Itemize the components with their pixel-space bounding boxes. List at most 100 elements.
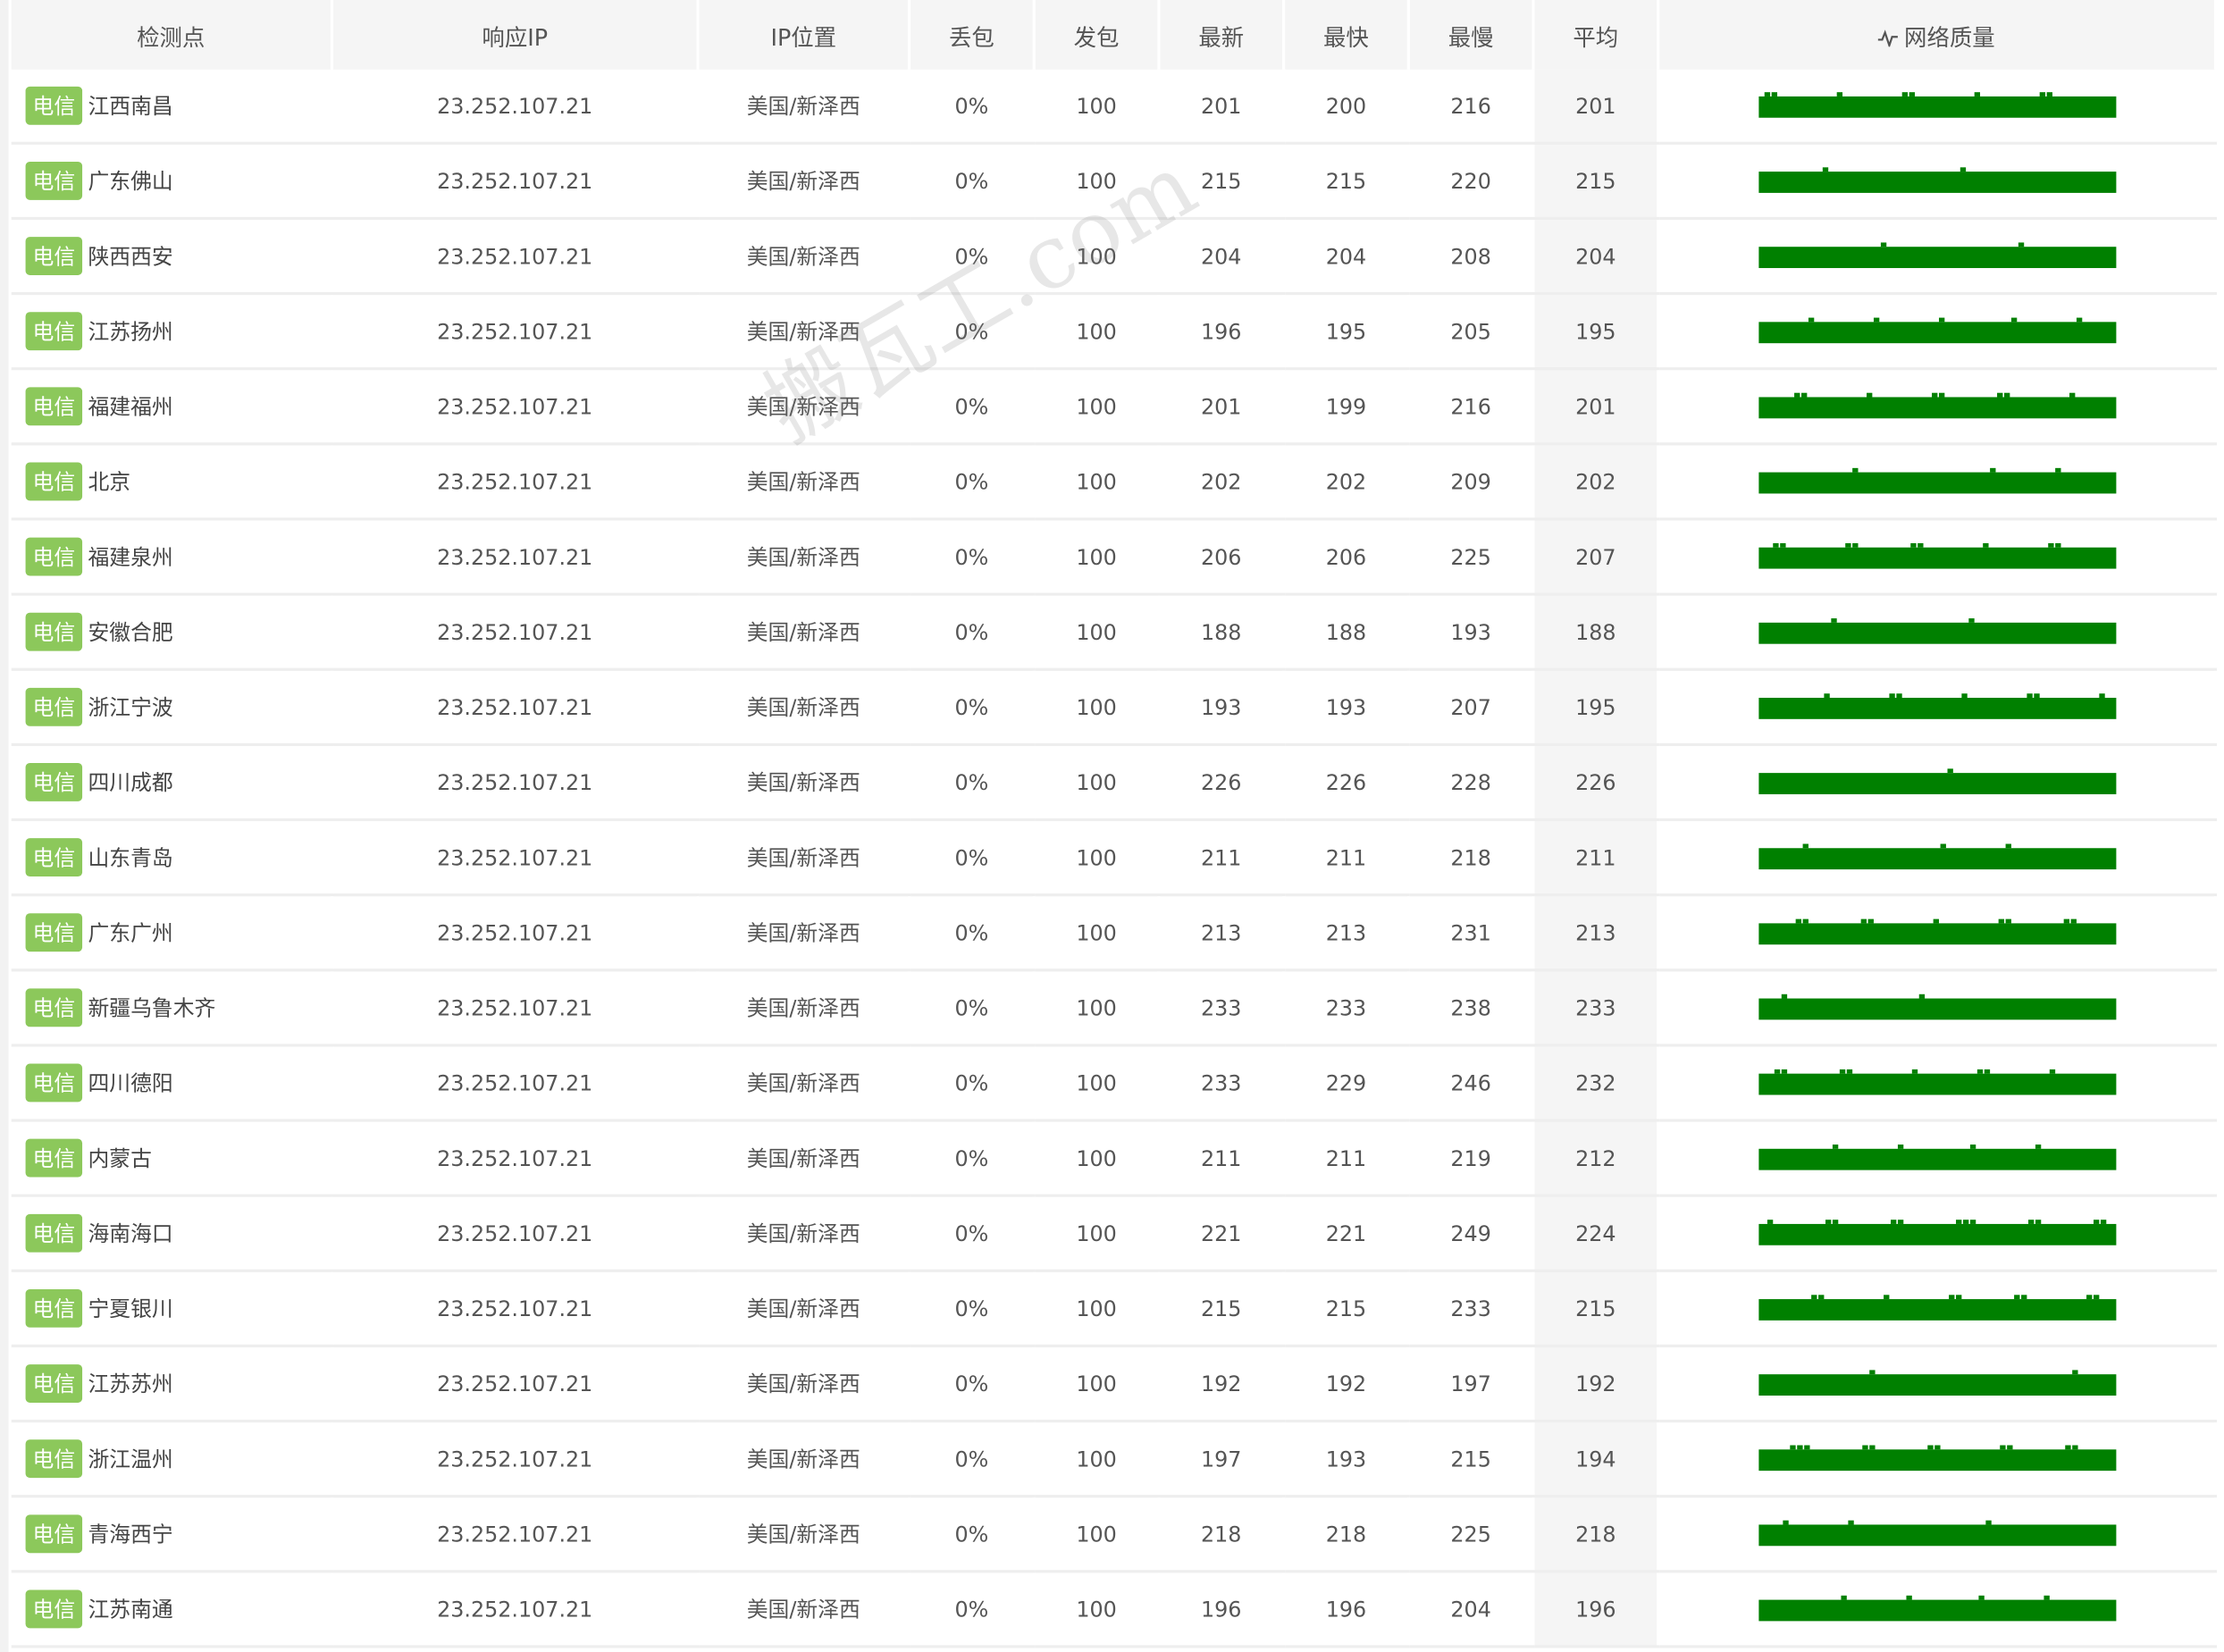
table-row[interactable]: 电信 北京 23.252.107.21 美国/新泽西 0% 100 202 202… xyxy=(11,443,2218,521)
average-cell: 233 xyxy=(1532,969,1660,1047)
table-row[interactable]: 电信 福建泉州 23.252.107.21 美国/新泽西 0% 100 206 2… xyxy=(11,518,2218,596)
table-row[interactable]: 电信 青海西宁 23.252.107.21 美国/新泽西 0% 100 218 2… xyxy=(11,1496,2218,1573)
table-row[interactable]: 电信 广东佛山 23.252.107.21 美国/新泽西 0% 100 215 2… xyxy=(11,143,2218,221)
node-cell: 电信 广东广州 xyxy=(11,894,334,972)
ip-cell: 23.252.107.21 xyxy=(332,594,700,671)
node-name: 北京 xyxy=(88,469,131,496)
location-cell: 美国/新泽西 xyxy=(698,69,911,145)
slowest-cell: 238 xyxy=(1408,969,1535,1047)
sent-cell: 100 xyxy=(1034,969,1161,1047)
location-cell: 美国/新泽西 xyxy=(698,594,911,671)
latency-spike xyxy=(1918,993,1925,998)
quality-bar xyxy=(1758,767,2116,794)
latency-spike xyxy=(2076,316,2082,322)
table-row[interactable]: 电信 广东广州 23.252.107.21 美国/新泽西 0% 100 213 2… xyxy=(11,894,2218,972)
fastest-cell: 204 xyxy=(1283,218,1410,296)
node-name: 江苏扬州 xyxy=(88,319,173,345)
average-cell: 232 xyxy=(1532,1044,1660,1122)
latency-spike xyxy=(1810,1294,1817,1299)
isp-badge: 电信 xyxy=(25,312,83,351)
header-average[interactable]: 平均 xyxy=(1532,0,1660,70)
latency-spike xyxy=(1946,767,1953,773)
location-cell: 美国/新泽西 xyxy=(698,1120,911,1197)
sent-cell: 100 xyxy=(1034,143,1161,221)
node-cell: 电信 山东青岛 xyxy=(11,819,334,897)
latency-spike xyxy=(2054,542,2060,547)
latency-spike xyxy=(1868,1369,1875,1374)
latency-spike xyxy=(1932,918,1939,923)
latency-spike xyxy=(2004,918,2011,923)
node-name: 海南海口 xyxy=(88,1220,173,1247)
quality-bar xyxy=(1758,692,2116,719)
latency-spike xyxy=(1846,1069,1852,1073)
isp-badge: 电信 xyxy=(25,1364,83,1403)
table-row[interactable]: 电信 浙江宁波 23.252.107.21 美国/新泽西 0% 100 193 1… xyxy=(11,669,2218,746)
table-row[interactable]: 电信 江西南昌 23.252.107.21 美国/新泽西 0% 100 201 2… xyxy=(11,69,2218,145)
table-row[interactable]: 电信 海南海口 23.252.107.21 美国/新泽西 0% 100 221 2… xyxy=(11,1195,2218,1272)
fastest-cell: 196 xyxy=(1283,1571,1410,1648)
slowest-cell: 218 xyxy=(1408,819,1535,897)
table-row[interactable]: 电信 四川成都 23.252.107.21 美国/新泽西 0% 100 226 2… xyxy=(11,744,2218,822)
header-node[interactable]: 检测点 xyxy=(11,0,334,70)
table-row[interactable]: 电信 浙江温州 23.252.107.21 美国/新泽西 0% 100 197 1… xyxy=(11,1421,2218,1498)
latency-spike xyxy=(2100,1219,2106,1224)
latency-spike xyxy=(2038,91,2045,96)
header-ip[interactable]: 响应IP xyxy=(332,0,700,70)
node-name: 浙江温州 xyxy=(88,1447,173,1472)
ip-cell: 23.252.107.21 xyxy=(332,1044,700,1122)
loss-cell: 0% xyxy=(909,1044,1036,1122)
ip-cell: 23.252.107.21 xyxy=(332,293,700,371)
ip-cell: 23.252.107.21 xyxy=(332,443,700,521)
table-row[interactable]: 电信 江苏苏州 23.252.107.21 美国/新泽西 0% 100 192 1… xyxy=(11,1346,2218,1423)
isp-badge: 电信 xyxy=(25,1439,83,1479)
header-sent[interactable]: 发包 xyxy=(1034,0,1161,70)
table-row[interactable]: 电信 宁夏银川 23.252.107.21 美国/新泽西 0% 100 215 2… xyxy=(11,1270,2218,1348)
table-row[interactable]: 电信 山东青岛 23.252.107.21 美国/新泽西 0% 100 211 2… xyxy=(11,819,2218,897)
header-fastest[interactable]: 最快 xyxy=(1283,0,1410,70)
sent-cell: 100 xyxy=(1034,443,1161,521)
fastest-cell: 199 xyxy=(1283,368,1410,446)
table-row[interactable]: 电信 江苏南通 23.252.107.21 美国/新泽西 0% 100 196 1… xyxy=(11,1571,2218,1648)
node-name: 福建福州 xyxy=(88,394,173,420)
table-row[interactable]: 电信 安徽合肥 23.252.107.21 美国/新泽西 0% 100 188 1… xyxy=(11,594,2218,671)
latency-spike xyxy=(1931,391,1937,397)
latency-spike xyxy=(2062,918,2069,923)
table-row[interactable]: 电信 江苏扬州 23.252.107.21 美国/新泽西 0% 100 196 1… xyxy=(11,293,2218,371)
loss-cell: 0% xyxy=(909,594,1036,671)
node-name: 浙江宁波 xyxy=(88,694,173,721)
header-location[interactable]: IP位置 xyxy=(698,0,911,70)
header-quality-label: 网络质量 xyxy=(1904,23,1995,51)
latency-spike xyxy=(1835,91,1842,96)
header-slowest[interactable]: 最慢 xyxy=(1408,0,1535,70)
table-row[interactable]: 电信 陕西西安 23.252.107.21 美国/新泽西 0% 100 204 2… xyxy=(11,218,2218,296)
slowest-cell: 249 xyxy=(1408,1195,1535,1272)
table-row[interactable]: 电信 四川德阳 23.252.107.21 美国/新泽西 0% 100 233 2… xyxy=(11,1044,2218,1122)
table-row[interactable]: 电信 福建福州 23.252.107.21 美国/新泽西 0% 100 201 1… xyxy=(11,368,2218,446)
slowest-cell: 197 xyxy=(1408,1346,1535,1423)
latency-spike xyxy=(1779,542,1785,547)
average-cell: 215 xyxy=(1532,1270,1660,1348)
latency-spike xyxy=(1866,391,1872,397)
node-name: 江苏苏州 xyxy=(88,1371,173,1397)
quality-cell xyxy=(1658,1120,2218,1197)
latency-spike xyxy=(2086,1294,2092,1299)
latency-spike xyxy=(1973,91,1980,96)
header-loss[interactable]: 丢包 xyxy=(909,0,1036,70)
latency-spike xyxy=(1908,91,1915,96)
latency-spike xyxy=(1897,1219,1903,1224)
latency-spike xyxy=(2069,391,2075,397)
table-row[interactable]: 电信 新疆乌鲁木齐 23.252.107.21 美国/新泽西 0% 100 233… xyxy=(11,969,2218,1047)
quality-bar xyxy=(1758,542,2116,568)
node-cell: 电信 江苏扬州 xyxy=(11,293,334,371)
quality-cell xyxy=(1658,143,2218,221)
loss-cell: 0% xyxy=(909,1421,1036,1498)
table-row[interactable]: 电信 内蒙古 23.252.107.21 美国/新泽西 0% 100 211 21… xyxy=(11,1120,2218,1197)
latest-cell: 233 xyxy=(1158,1044,1286,1122)
latency-spike xyxy=(2003,391,2010,397)
latency-spike xyxy=(1901,91,1908,96)
latency-spike xyxy=(1977,1595,1984,1599)
quality-cell xyxy=(1658,1571,2218,1648)
header-latest[interactable]: 最新 xyxy=(1158,0,1286,70)
quality-cell xyxy=(1658,1346,2218,1423)
header-quality[interactable]: 网络质量 xyxy=(1658,0,2218,70)
